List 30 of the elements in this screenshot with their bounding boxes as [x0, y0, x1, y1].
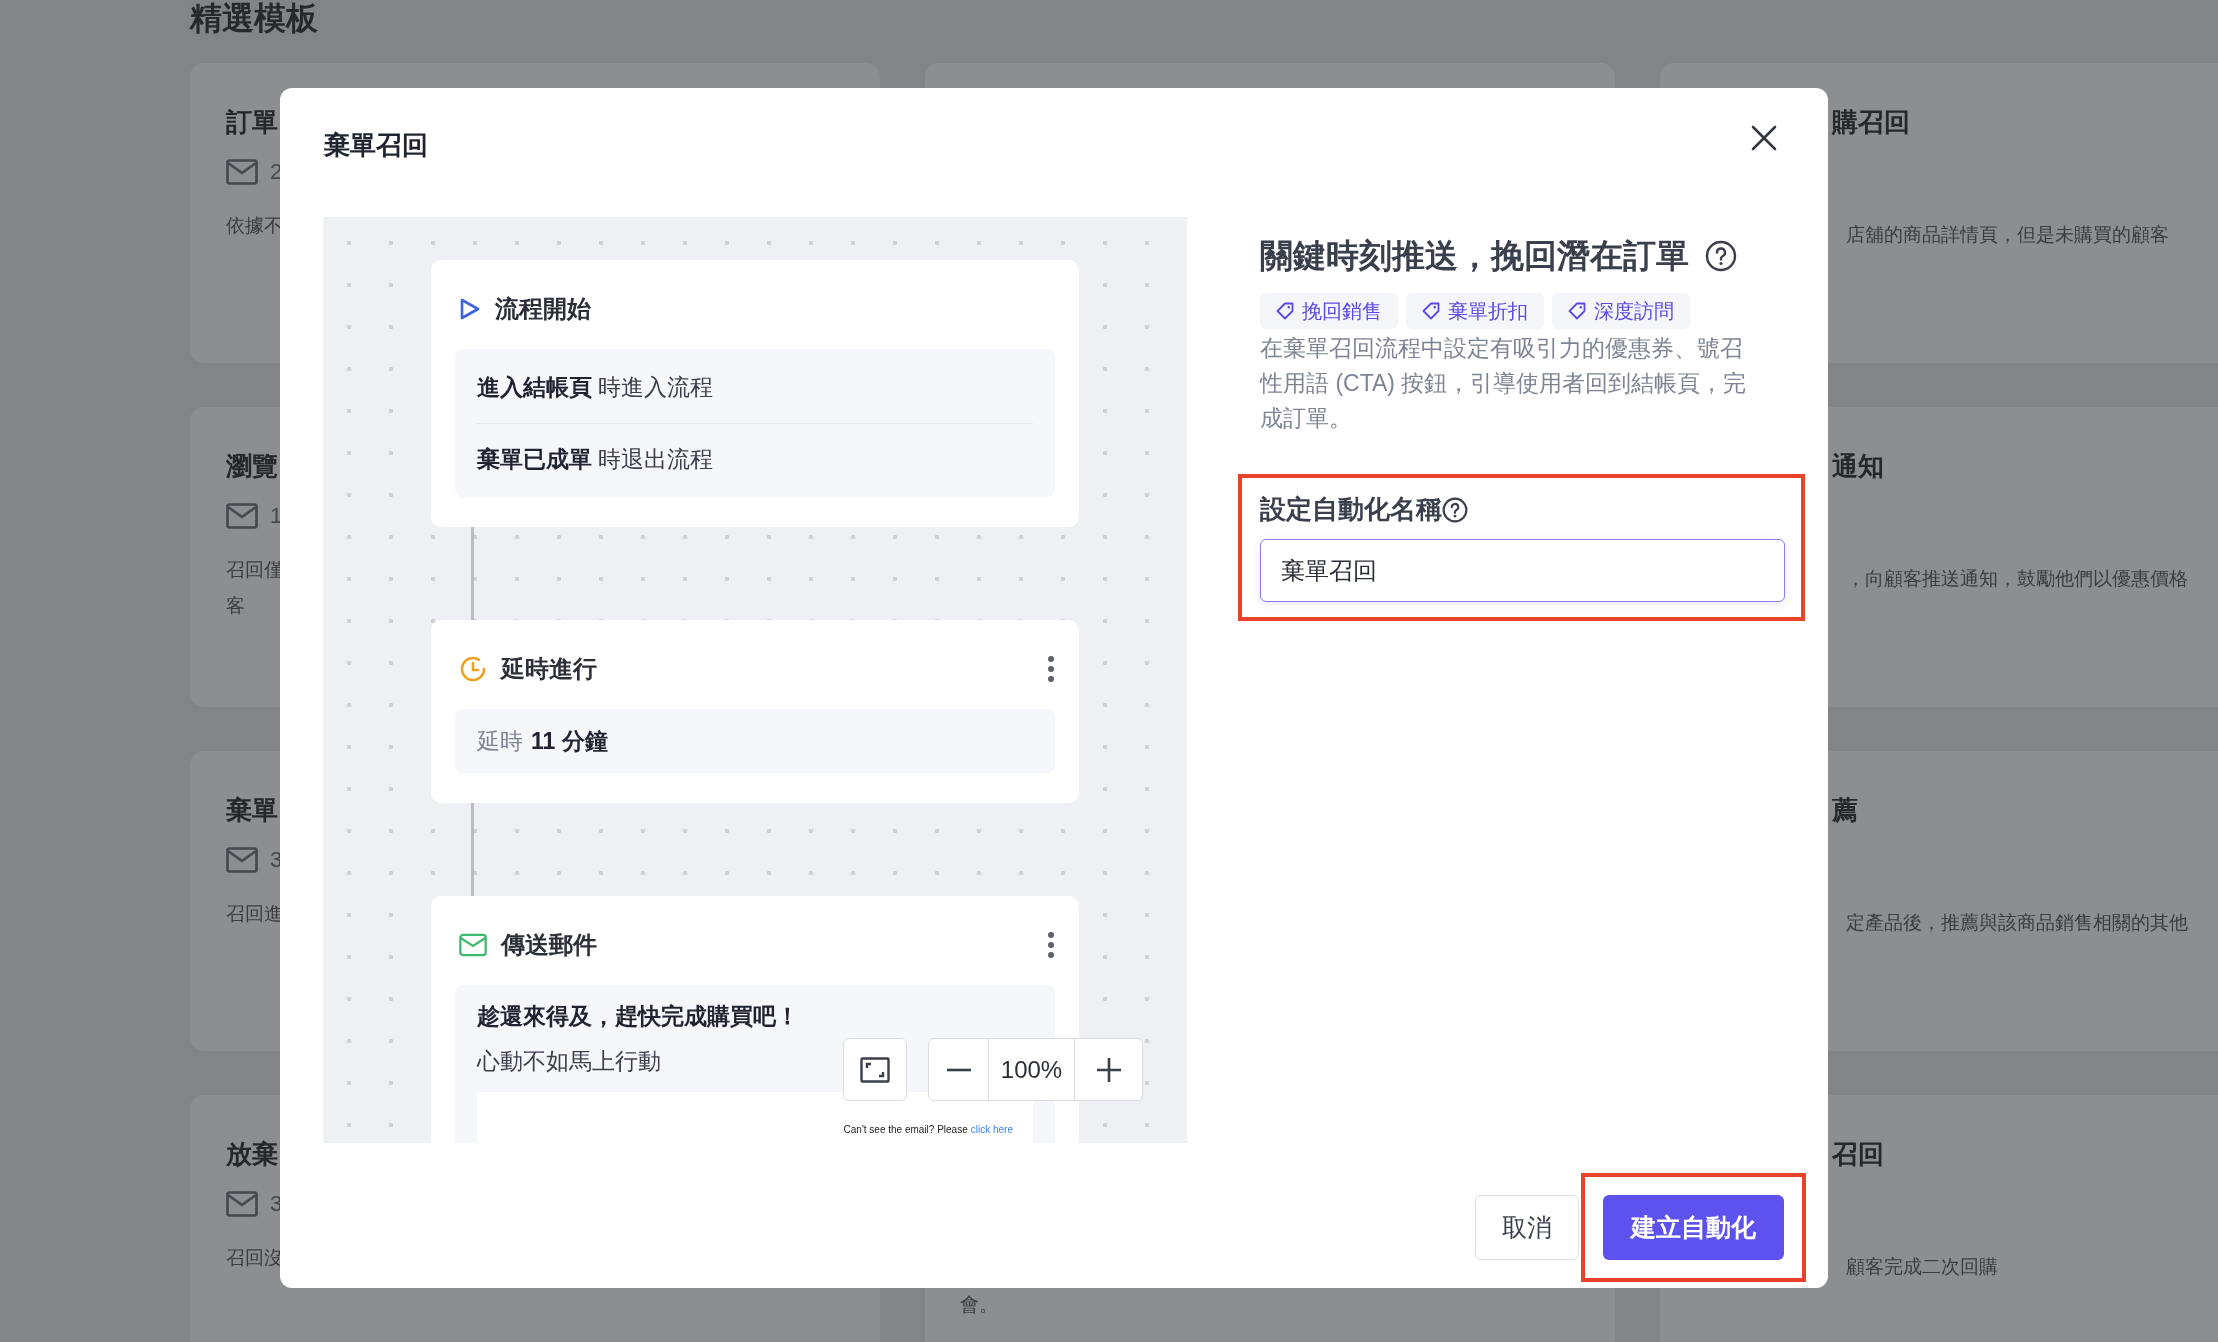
card-title: 薦	[1832, 794, 1858, 827]
field-label: 設定自動化名稱	[1260, 493, 1442, 526]
card-description: 顧客完成二次回購	[1846, 1255, 1998, 1279]
card-description: 會。	[960, 1293, 998, 1317]
step-title: 傳送郵件	[501, 930, 597, 960]
card-title: 召回	[1832, 1138, 1884, 1171]
dialog-title: 棄單召回	[324, 129, 428, 162]
card-title: 棄單	[226, 794, 278, 827]
zoom-level: 100%	[989, 1039, 1075, 1100]
card-description: 店舖的商品詳情頁，但是未購買的顧客	[1846, 223, 2169, 247]
card-title: 訂單	[226, 106, 278, 139]
card-description: 定產品後，推薦與該商品銷售相關的其他	[1846, 911, 2188, 935]
email-preheader: 心動不如馬上行動	[477, 1046, 661, 1076]
tag: 挽回銷售	[1260, 293, 1398, 329]
card-title: 放棄	[226, 1138, 278, 1171]
trigger-condition: 進入結帳頁 時進入流程	[477, 373, 714, 403]
card-title: 通知	[1832, 450, 1884, 483]
card-description: 召回沒	[226, 1246, 284, 1270]
trigger-condition: 棄單已成單 時退出流程	[477, 444, 714, 474]
card-title: 購召回	[1832, 106, 1910, 139]
page-heading: 精選模板	[190, 0, 318, 36]
preview-notice: Can't see the email? Please	[843, 1123, 968, 1137]
email-subject: 趁還來得及，趕快完成購買吧！	[477, 1002, 799, 1031]
step-title: 延時進行	[501, 654, 597, 684]
card-title: 瀏覽	[226, 450, 278, 483]
card-description: 召回進	[226, 902, 284, 926]
card-description: ，向顧客推送通知，鼓勵他們以優惠價格	[1846, 567, 2188, 591]
tag: 深度訪問	[1552, 293, 1690, 329]
step-title: 流程開始	[495, 294, 591, 324]
tag: 棄單折扣	[1406, 293, 1544, 329]
